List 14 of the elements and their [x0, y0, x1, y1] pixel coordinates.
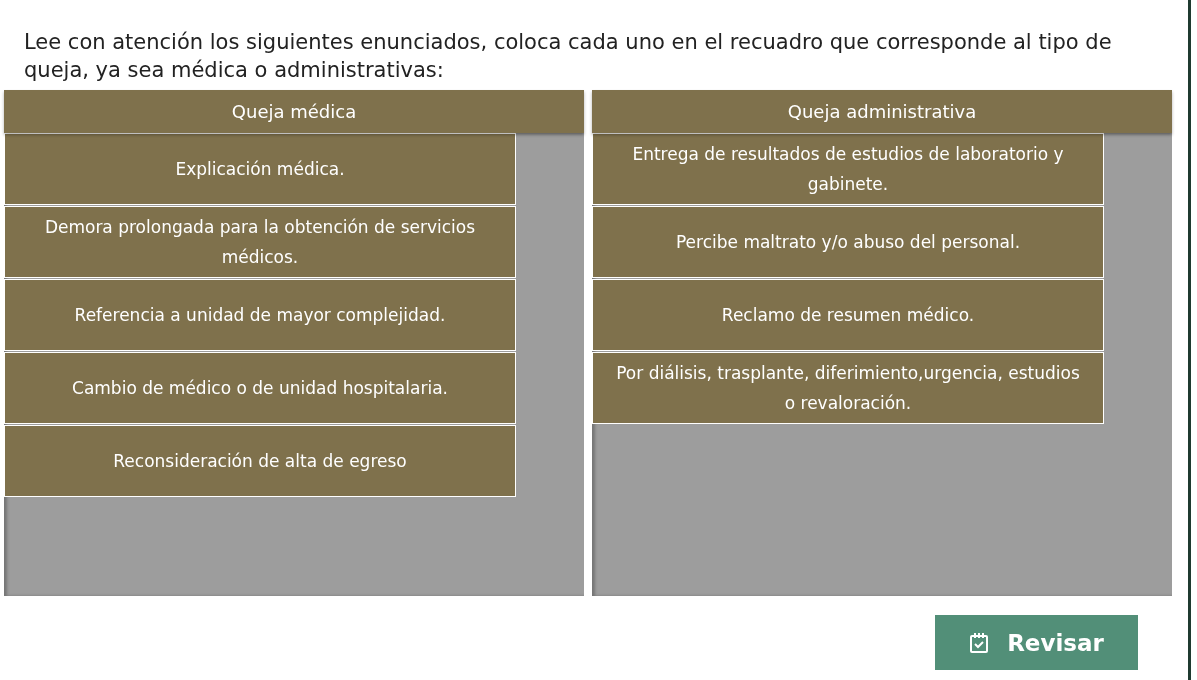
draggable-card[interactable]: Referencia a unidad de mayor complejidad. [4, 279, 516, 351]
draggable-card[interactable]: Percibe maltrato y/o abuso del personal. [592, 206, 1104, 278]
instructions-text: Lee con atención los siguientes enunciados, coloca cada uno en el recuadro que corresponde al tipo de queja, ya sea médica o administrativas: [24, 29, 1113, 84]
calendar-check-icon [969, 631, 990, 654]
draggable-card[interactable]: Explicación médica. [4, 133, 516, 205]
draggable-card[interactable]: Demora prolongada para la obtención de servicios médicos. [4, 206, 516, 278]
revisar-button[interactable]: Revisar [935, 615, 1138, 670]
draggable-card[interactable]: Entrega de resultados de estudios de laboratorio y gabinete. [592, 133, 1104, 205]
draggable-card[interactable]: Reclamo de resumen médico. [592, 279, 1104, 351]
column-header: Queja médica [4, 90, 584, 133]
draggable-card[interactable]: Reconsideración de alta de egreso [4, 425, 516, 497]
draggable-card[interactable]: Cambio de médico o de unidad hospitalaria. [4, 352, 516, 424]
column-header: Queja administrativa [592, 90, 1172, 133]
draggable-card[interactable]: Por diálisis, trasplante, diferimiento,urgencia, estudios o revaloración. [592, 352, 1104, 424]
